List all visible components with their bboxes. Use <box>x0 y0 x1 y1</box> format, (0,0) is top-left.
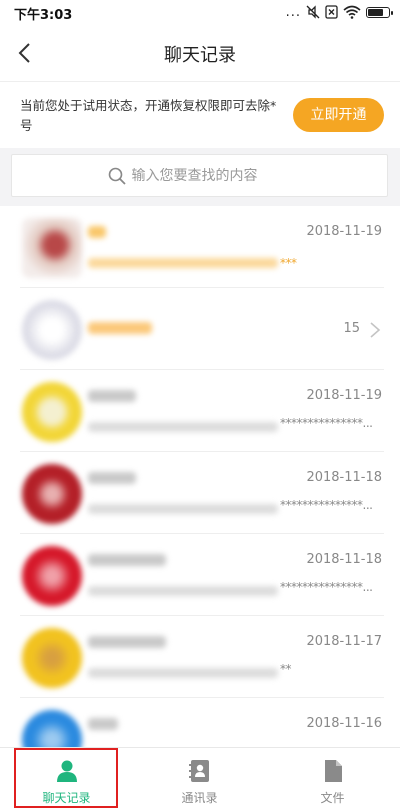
no-sim-icon <box>325 5 338 19</box>
message-masked-stars: ***************... <box>280 580 373 594</box>
mute-icon <box>306 5 320 19</box>
chat-date: 2018-11-18 <box>306 552 382 567</box>
person-icon <box>56 760 77 782</box>
contact-name-blurred <box>88 636 166 648</box>
avatar <box>22 710 82 747</box>
status-icons: ... <box>285 3 393 21</box>
avatar <box>22 546 82 606</box>
avatar <box>22 300 82 360</box>
status-time: 下午3:03 <box>14 8 73 23</box>
chevron-right-icon <box>370 322 381 338</box>
bottom-tab-bar: 聊天记录 通讯录 文件 <box>0 747 400 809</box>
chat-date: 2018-11-17 <box>306 634 382 649</box>
battery-icon <box>366 6 393 18</box>
chat-item[interactable]: ***************... 2018-11-19 <box>0 370 400 452</box>
avatar <box>22 218 82 278</box>
title-bar: 聊天记录 <box>0 24 400 82</box>
contact-name-blurred <box>88 322 152 334</box>
chat-date: 2018-11-19 <box>306 388 382 403</box>
chat-date: 2018-11-18 <box>306 470 382 485</box>
chat-item[interactable]: ** 2018-11-17 <box>0 616 400 698</box>
chat-date: 2018-11-16 <box>306 716 382 731</box>
chat-item[interactable]: ***************... 2018-11-18 <box>0 452 400 534</box>
chat-date: 2018-11-19 <box>306 224 382 239</box>
tab-label: 文件 <box>320 791 345 805</box>
trial-banner: 当前您处于试用状态，开通恢复权限即可去除*号 立即开通 <box>0 82 400 148</box>
message-preview-blurred <box>88 586 278 596</box>
wifi-icon <box>343 5 361 19</box>
message-preview-blurred <box>88 258 278 268</box>
contact-name-blurred <box>88 718 118 730</box>
contact-name-blurred <box>88 226 106 238</box>
chat-item[interactable]: 15 <box>0 288 400 370</box>
chat-item[interactable]: ***************... 2018-11-18 <box>0 534 400 616</box>
avatar <box>22 382 82 442</box>
status-bar: 下午3:03 ... <box>0 0 400 24</box>
contact-name-blurred <box>88 472 136 484</box>
tab-contacts[interactable]: 通讯录 <box>133 748 266 809</box>
message-preview-blurred <box>88 668 278 678</box>
chat-item[interactable]: 2018-11-16 <box>0 698 400 747</box>
activate-now-button[interactable]: 立即开通 <box>293 98 384 132</box>
search-icon <box>108 167 126 185</box>
message-masked-stars: ** <box>280 662 292 676</box>
search-area <box>0 148 400 206</box>
tab-chat-records[interactable]: 聊天记录 <box>0 748 133 809</box>
search-box[interactable] <box>11 154 388 197</box>
search-input[interactable] <box>131 167 292 184</box>
file-icon <box>324 760 342 782</box>
contact-name-blurred <box>88 390 136 402</box>
message-count: 15 <box>343 321 360 336</box>
chat-item[interactable]: *** 2018-11-19 <box>0 206 400 288</box>
avatar <box>22 464 82 524</box>
message-masked-stars: *** <box>280 256 297 270</box>
trial-status-text: 当前您处于试用状态，开通恢复权限即可去除*号 <box>20 98 277 133</box>
tab-files[interactable]: 文件 <box>266 748 399 809</box>
tab-label: 聊天记录 <box>42 791 91 805</box>
tab-label: 通讯录 <box>181 791 218 805</box>
message-preview-blurred <box>88 422 278 432</box>
avatar <box>22 628 82 688</box>
page-title: 聊天记录 <box>164 45 236 66</box>
message-masked-stars: ***************... <box>280 416 373 430</box>
contact-name-blurred <box>88 554 166 566</box>
message-preview-blurred <box>88 504 278 514</box>
message-masked-stars: ***************... <box>280 498 373 512</box>
contacts-book-icon <box>188 760 209 782</box>
chat-list[interactable]: *** 2018-11-19 15 ***************... 201… <box>0 206 400 747</box>
more-dots-icon: ... <box>285 4 301 20</box>
